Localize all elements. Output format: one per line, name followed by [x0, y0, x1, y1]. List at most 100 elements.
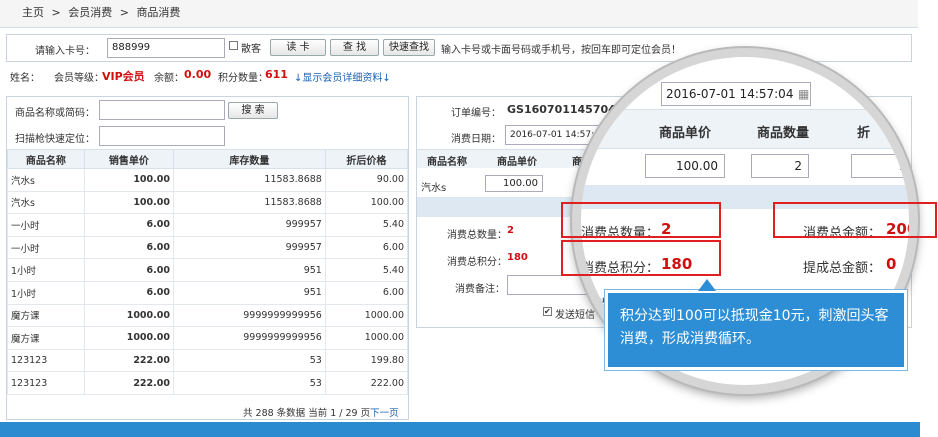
- table-cell: 222.00: [83, 348, 174, 373]
- table-row[interactable]: 一小时 6.00 999957 5.40: [7, 213, 409, 237]
- points-label: 积分数量：: [218, 73, 268, 84]
- highlight-total-amount: [773, 202, 937, 238]
- crumb-home[interactable]: 主页: [22, 6, 44, 19]
- table-row[interactable]: 汽水s 100.00 11583.8688 90.00: [7, 168, 409, 192]
- tooltip-arrow: [698, 279, 716, 291]
- table-row[interactable]: 魔方课 1000.00 9999999999956 1000.00: [7, 326, 409, 350]
- table-cell: 999957: [172, 213, 326, 237]
- balance-label: 余额：: [154, 73, 184, 84]
- highlight-total-points: [561, 240, 721, 276]
- lens-date-input: 2016-07-01 14:57:04: [661, 82, 811, 106]
- order-date-label: 消费日期：: [451, 134, 501, 145]
- order-row-price-input[interactable]: 100.00: [485, 175, 543, 192]
- search-button[interactable]: 搜 索: [228, 102, 278, 119]
- calendar-icon: ▦: [798, 87, 810, 101]
- toolbar-hint: 输入卡号或卡面号码或手机号，按回车即可定位会员！: [441, 45, 681, 56]
- sms-checkbox[interactable]: ✔: [543, 307, 552, 316]
- table-cell: 一小时: [7, 235, 85, 260]
- table-cell: 6.00: [324, 280, 409, 305]
- table-cell: 222.00: [324, 371, 409, 395]
- table-cell: 11583.8688: [172, 190, 326, 215]
- order-row-name: 汽水s: [421, 183, 447, 194]
- crumb-member-consume[interactable]: 会员消费: [68, 6, 112, 19]
- total-qty-value: 2: [507, 225, 514, 236]
- table-cell: 6.00: [83, 258, 174, 282]
- table-cell: 5.40: [324, 258, 409, 282]
- table-cell: 53: [172, 371, 326, 395]
- total-points-value: 180: [507, 252, 528, 263]
- query-button[interactable]: 查 找: [330, 39, 379, 56]
- product-col-header: 库存数量: [172, 149, 326, 169]
- lens-price-input: 100.00: [645, 154, 725, 178]
- table-cell: 100.00: [83, 168, 174, 192]
- order-col-name: 商品名称: [427, 157, 467, 168]
- product-col-header: 折后价格: [324, 149, 409, 169]
- table-row[interactable]: 魔方课 1000.00 9999999999956 1000.00: [7, 303, 409, 328]
- table-row[interactable]: 一小时 6.00 999957 6.00: [7, 235, 409, 260]
- lens-col-price: 商品单价: [659, 126, 712, 141]
- table-row[interactable]: 汽水s 100.00 11583.8688 100.00: [7, 190, 409, 215]
- table-cell: 魔方课: [7, 303, 85, 328]
- table-cell: 1000.00: [324, 326, 409, 350]
- product-name-input[interactable]: [99, 100, 225, 120]
- table-cell: 1000.00: [83, 303, 174, 328]
- scan-input[interactable]: [99, 126, 225, 146]
- table-cell: 999957: [172, 235, 326, 260]
- table-cell: 1小时: [7, 280, 85, 305]
- table-cell: 90.00: [324, 168, 409, 192]
- read-card-button[interactable]: 读 卡: [270, 39, 326, 56]
- breadcrumb: 主页 > 会员消费 > 商品消费: [0, 0, 918, 28]
- points-value: 611: [265, 68, 288, 81]
- table-cell: 9999999999956: [172, 326, 326, 350]
- lens-qty-input: 2: [751, 154, 809, 178]
- total-points-label: 消费总积分：: [447, 257, 507, 268]
- order-no-label: 订单编号：: [451, 108, 501, 119]
- table-cell: 汽水s: [7, 190, 85, 215]
- crumb-sep: >: [119, 6, 129, 19]
- table-cell: 100.00: [83, 190, 174, 215]
- product-col-header: 销售单价: [83, 149, 174, 169]
- table-row[interactable]: 1小时 6.00 951 5.40: [7, 258, 409, 282]
- product-name-label: 商品名称或简码：: [15, 108, 95, 119]
- remark-input[interactable]: [507, 275, 587, 295]
- crumb-sep: >: [51, 6, 61, 19]
- level-value: VIP会员: [102, 70, 145, 83]
- member-info: 姓名： 会员等级： VIP会员 余额： 0.00 积分数量： 611 ↓显示会员…: [10, 68, 430, 84]
- lens-discount-input: 18: [851, 154, 909, 178]
- product-table: 商品名称 销售单价 库存数量 折后价格 汽水s 100.00 11583.8688 90.0…: [7, 149, 409, 395]
- table-cell: 123123: [7, 371, 85, 395]
- bottom-bar: [0, 422, 920, 437]
- table-cell: 100.00: [324, 190, 409, 215]
- table-cell: 汽水s: [7, 168, 85, 192]
- scan-label: 扫描枪快速定位：: [15, 134, 95, 145]
- guest-label: 散客: [241, 44, 261, 55]
- member-detail-link[interactable]: ↓显示会员详细资料↓: [294, 69, 391, 84]
- lens-col-qty: 商品数量: [757, 126, 810, 141]
- table-cell: 一小时: [7, 213, 85, 237]
- table-cell: 1小时: [7, 258, 85, 282]
- table-cell: 199.80: [324, 348, 409, 373]
- promo-tooltip: 积分达到100可以抵现金10元，刺激回头客消费，形成消费循环。: [605, 290, 907, 370]
- card-label: 请输入卡号：: [35, 46, 95, 57]
- lens-sms-fragment: 发送: [581, 321, 606, 335]
- table-cell: 123123: [7, 348, 85, 373]
- card-input[interactable]: 888999: [107, 38, 225, 58]
- table-cell: 951: [172, 258, 326, 282]
- pagination-info: 共 288 条数据 当前 1 / 29 页: [243, 408, 371, 419]
- product-col-header: 商品名称: [7, 149, 85, 169]
- table-row[interactable]: 123123 222.00 53 199.80: [7, 348, 409, 373]
- product-panel: 商品名称或简码： 搜 索 扫描枪快速定位： 商品名称 销售单价 库存数量 折后价格 汽…: [6, 96, 409, 433]
- table-cell: 5.40: [324, 213, 409, 237]
- table-cell: 951: [172, 280, 326, 305]
- table-cell: 1000.00: [324, 303, 409, 328]
- balance-value: 0.00: [184, 68, 212, 81]
- table-row[interactable]: 123123 222.00 53 222.00: [7, 371, 409, 395]
- quick-query-button[interactable]: 快速查找: [383, 39, 435, 56]
- total-qty-label: 消费总数量：: [447, 230, 507, 241]
- name-label: 姓名：: [10, 73, 40, 84]
- next-page-link[interactable]: 下一页: [370, 408, 399, 419]
- lens-col-discount: 折: [857, 126, 871, 141]
- table-cell: 6.00: [324, 235, 409, 260]
- table-row[interactable]: 1小时 6.00 951 6.00: [7, 280, 409, 305]
- guest-checkbox[interactable]: [229, 41, 238, 50]
